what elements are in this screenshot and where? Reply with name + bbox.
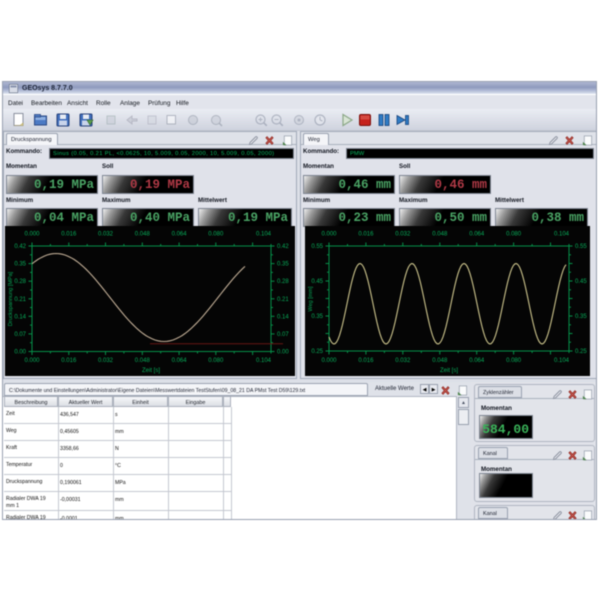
svg-text:Weg [mm]: Weg [mm] <box>308 286 314 311</box>
svg-text:0.016: 0.016 <box>61 358 77 364</box>
svg-text:0.21: 0.21 <box>14 297 26 303</box>
svg-text:0.016: 0.016 <box>61 232 77 238</box>
svg-text:0.42: 0.42 <box>277 244 289 250</box>
svg-text:0.064: 0.064 <box>172 232 188 238</box>
svg-text:0.55: 0.55 <box>311 244 323 250</box>
svg-text:0.000: 0.000 <box>321 358 337 364</box>
svg-text:0.35: 0.35 <box>575 314 587 320</box>
svg-text:0.064: 0.064 <box>469 358 485 364</box>
svg-text:0.016: 0.016 <box>358 232 374 238</box>
svg-text:0.25: 0.25 <box>575 349 587 355</box>
svg-text:0.00: 0.00 <box>277 350 289 356</box>
svg-text:0.000: 0.000 <box>24 358 40 364</box>
svg-text:Zeit [s]: Zeit [s] <box>142 368 160 374</box>
svg-text:0.55: 0.55 <box>575 244 587 250</box>
svg-text:0.35: 0.35 <box>311 314 323 320</box>
svg-text:0.45: 0.45 <box>575 279 587 285</box>
svg-text:0.048: 0.048 <box>432 232 448 238</box>
svg-text:0.07: 0.07 <box>14 332 26 338</box>
svg-text:0.048: 0.048 <box>135 232 151 238</box>
svg-text:Druckspannung [MPa]: Druckspannung [MPa] <box>8 271 14 326</box>
svg-text:0.104: 0.104 <box>554 358 570 364</box>
svg-text:0.080: 0.080 <box>208 358 224 364</box>
svg-text:0.42: 0.42 <box>14 244 26 250</box>
svg-text:0.14: 0.14 <box>277 314 289 320</box>
svg-text:0.064: 0.064 <box>469 232 485 238</box>
svg-text:0.032: 0.032 <box>395 358 411 364</box>
svg-text:0.000: 0.000 <box>24 232 40 238</box>
svg-text:0.080: 0.080 <box>506 232 522 238</box>
svg-text:0.032: 0.032 <box>395 232 411 238</box>
svg-text:0.104: 0.104 <box>554 232 570 238</box>
svg-text:0.064: 0.064 <box>172 358 188 364</box>
svg-text:0.28: 0.28 <box>277 279 289 285</box>
svg-text:0.048: 0.048 <box>135 358 151 364</box>
svg-text:0.080: 0.080 <box>208 232 224 238</box>
svg-text:0.35: 0.35 <box>277 262 289 268</box>
svg-text:0.016: 0.016 <box>358 358 374 364</box>
svg-text:0.14: 0.14 <box>14 314 26 320</box>
svg-text:0.21: 0.21 <box>277 297 289 303</box>
svg-text:0.25: 0.25 <box>311 349 323 355</box>
svg-text:0.032: 0.032 <box>98 232 114 238</box>
svg-text:0.104: 0.104 <box>256 232 272 238</box>
svg-text:0.28: 0.28 <box>14 279 26 285</box>
svg-text:0.07: 0.07 <box>277 332 289 338</box>
svg-text:0.048: 0.048 <box>432 358 448 364</box>
svg-text:0.00: 0.00 <box>14 350 26 356</box>
svg-text:Zeit [s]: Zeit [s] <box>440 368 458 374</box>
svg-text:0.104: 0.104 <box>256 358 272 364</box>
svg-text:0.032: 0.032 <box>98 358 114 364</box>
svg-text:0.35: 0.35 <box>14 262 26 268</box>
svg-text:0.000: 0.000 <box>321 232 337 238</box>
svg-text:0.080: 0.080 <box>506 358 522 364</box>
svg-text:0.45: 0.45 <box>311 279 323 285</box>
